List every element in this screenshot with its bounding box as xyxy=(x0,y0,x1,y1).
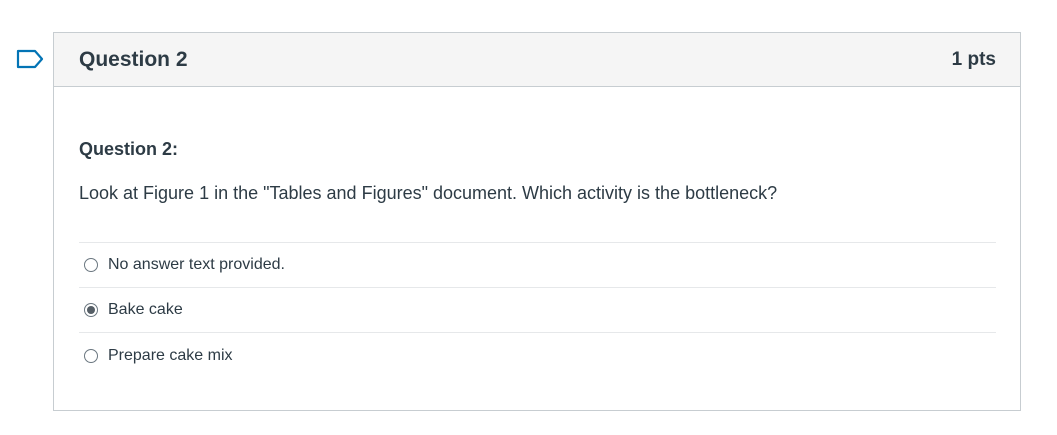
answer-label: Prepare cake mix xyxy=(108,346,233,364)
question-points: 1 pts xyxy=(951,48,996,70)
question-subtitle: Question 2: xyxy=(79,139,179,159)
flag-question-icon[interactable] xyxy=(16,49,44,69)
answer-option[interactable]: Prepare cake mix xyxy=(79,333,996,378)
question-text: Look at Figure 1 in the "Tables and Figu… xyxy=(79,183,778,203)
answer-label: Bake cake xyxy=(108,301,183,318)
radio-button-icon[interactable] xyxy=(84,258,98,272)
question-header: Question 2 1 pts xyxy=(54,33,1020,87)
question-card: Question 2 1 pts Question 2: Look at Fig… xyxy=(53,32,1021,411)
question-body: Question 2: Look at Figure 1 in the "Tab… xyxy=(54,138,1020,378)
question-title: Question 2 xyxy=(79,47,188,71)
answer-list: No answer text provided. Bake cake Prepa… xyxy=(79,242,996,378)
radio-button-icon[interactable] xyxy=(84,303,98,317)
answer-option[interactable]: No answer text provided. xyxy=(79,243,996,288)
radio-button-icon[interactable] xyxy=(84,348,98,363)
answer-option[interactable]: Bake cake xyxy=(79,288,996,333)
answer-label: No answer text provided. xyxy=(108,256,285,273)
